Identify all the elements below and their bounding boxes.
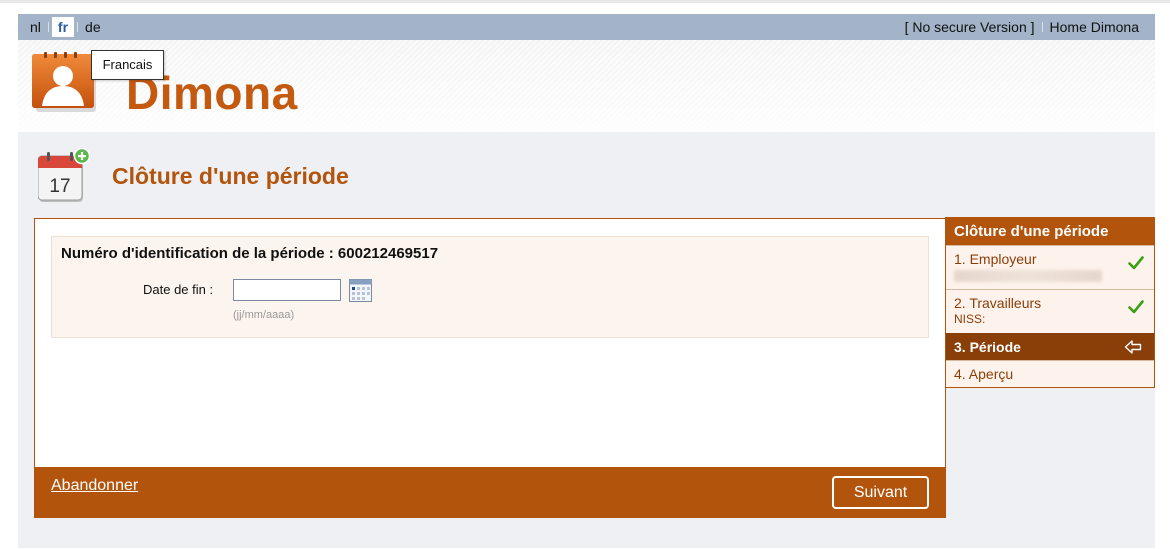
steps-panel: Clôture d'une période 1. Employeur 2. Tr… [945, 217, 1155, 388]
lang-nl[interactable]: nl [26, 17, 45, 37]
redacted-employer [954, 270, 1102, 282]
form-panel: Numéro d'identification de la période : … [34, 218, 946, 468]
top-links: [ No secure Version ] Home Dimona [901, 19, 1143, 35]
header: Dimona Francais [18, 40, 1155, 132]
step-apercu: 4. Aperçu [946, 360, 1154, 387]
step-label: 2. Travailleurs [954, 295, 1042, 311]
lang-de[interactable]: de [81, 17, 105, 37]
checkmark-icon [1128, 300, 1144, 314]
date-format-hint: (jj/mm/aaaa) [233, 309, 295, 321]
step-label: 3. Période [954, 339, 1021, 355]
next-button[interactable]: Suivant [832, 476, 929, 509]
calendar-picker-icon[interactable] [349, 279, 372, 302]
step-periode: 3. Période [946, 333, 1154, 360]
abandon-link[interactable]: Abandonner [51, 477, 138, 495]
end-date-label: Date de fin : [143, 282, 214, 297]
period-box: Numéro d'identification de la période : … [51, 236, 929, 338]
arrow-left-icon [1124, 340, 1142, 354]
step-niss: NISS: [954, 312, 986, 326]
checkmark-icon [1128, 256, 1144, 270]
lang-fr[interactable]: fr [51, 17, 75, 37]
step-label: 4. Aperçu [954, 366, 1014, 382]
lang-separator [77, 22, 79, 32]
steps-title: Clôture d'une période [946, 218, 1154, 245]
calendar-add-icon: 17 [38, 148, 90, 202]
action-bar: Abandonner Suivant [34, 467, 946, 518]
language-switcher: nl fr de [26, 17, 105, 37]
home-dimona-link[interactable]: Home Dimona [1046, 19, 1143, 35]
step-label: 1. Employeur [954, 251, 1037, 267]
step-employeur[interactable]: 1. Employeur [946, 245, 1154, 289]
lang-separator [47, 22, 49, 32]
page-heading: 17 Clôture d'une période [38, 148, 349, 206]
main-content: 17 Clôture d'une période Numéro d'identi… [18, 132, 1155, 548]
link-separator [1041, 22, 1043, 32]
period-id-label: Numéro d'identification de la période : … [61, 245, 439, 262]
no-secure-version-link[interactable]: [ No secure Version ] [901, 19, 1039, 35]
calendar-day-number: 17 [49, 176, 70, 197]
browser-frame: nl fr de [ No secure Version ] Home Dimo… [0, 0, 1170, 549]
end-date-input[interactable] [233, 279, 341, 301]
step-travailleurs[interactable]: 2. Travailleurs NISS: [946, 289, 1154, 333]
page-title: Clôture d'une période [112, 162, 349, 189]
dimona-logo[interactable]: Dimona [30, 52, 320, 119]
top-bar: nl fr de [ No secure Version ] Home Dimo… [18, 14, 1155, 40]
language-tooltip: Francais [91, 50, 164, 80]
